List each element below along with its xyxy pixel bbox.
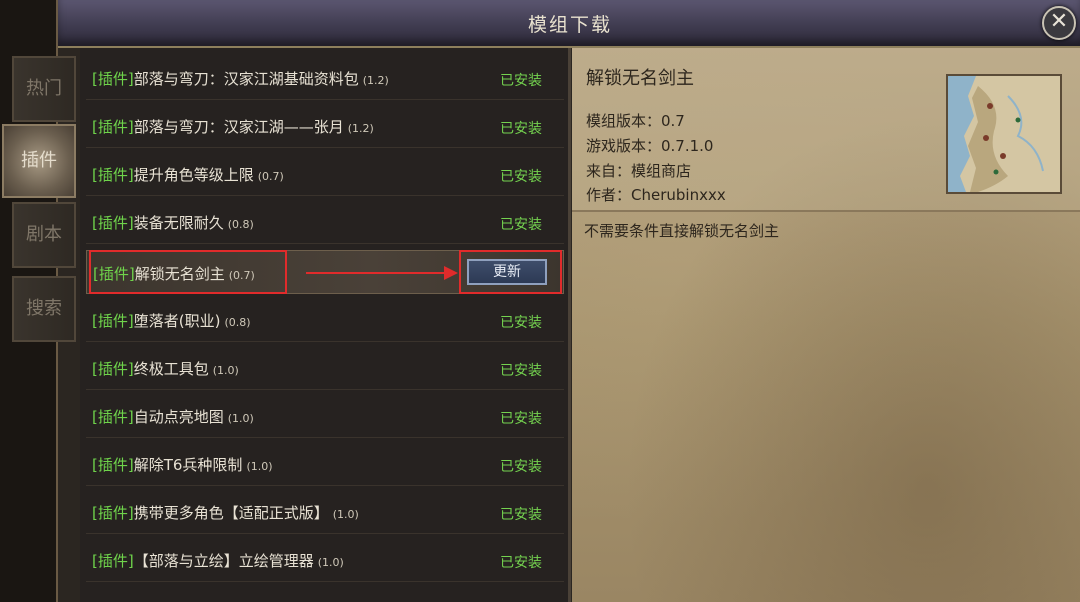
list-item[interactable]: [插件]携带更多角色【适配正式版】 (1.0) 已安装 bbox=[86, 490, 564, 534]
list-item[interactable]: [插件]部落与弯刀：汉家江湖——张月 (1.2) 已安装 bbox=[86, 104, 564, 148]
list-item[interactable]: [插件]【部落与立绘】立绘管理器 (1.0) 已安装 bbox=[86, 538, 564, 582]
plugin-tag: [插件] bbox=[92, 504, 134, 522]
mod-version: (1.0) bbox=[246, 460, 273, 473]
game-version-info: 游戏版本：0.7.1.0 bbox=[586, 137, 714, 155]
mod-detail-panel: 解锁无名剑主 模组版本：0.7 游戏版本：0.7.1.0 来自：模组商店 作者：… bbox=[572, 48, 1080, 602]
plugin-tag: [插件] bbox=[92, 70, 134, 88]
detail-header: 解锁无名剑主 模组版本：0.7 游戏版本：0.7.1.0 来自：模组商店 作者：… bbox=[572, 48, 1080, 212]
tab-scenario[interactable]: 剧本 bbox=[12, 202, 76, 268]
map-thumbnail-image bbox=[948, 76, 1060, 192]
detail-title: 解锁无名剑主 bbox=[586, 68, 694, 89]
plugin-tag: [插件] bbox=[92, 456, 134, 474]
status-badge: 已安装 bbox=[500, 217, 542, 233]
title-bar: 模组下载 bbox=[58, 0, 1080, 48]
mod-name: 终极工具包 bbox=[133, 360, 209, 378]
arrow-head-icon bbox=[444, 266, 458, 280]
list-item[interactable]: [插件]部落与弯刀：汉家江湖基础资料包 (1.2) 已安装 bbox=[86, 56, 564, 100]
mod-version: (1.0) bbox=[317, 556, 344, 569]
plugin-tag: [插件] bbox=[92, 118, 134, 136]
status-badge: 已安装 bbox=[500, 121, 542, 137]
highlight-box-mod-name bbox=[89, 250, 287, 294]
mod-name: 解除T6兵种限制 bbox=[133, 456, 243, 474]
tab-label: 热门 bbox=[26, 78, 62, 99]
mod-version: (0.8) bbox=[224, 316, 251, 329]
tab-label: 搜索 bbox=[26, 298, 62, 319]
tab-label: 插件 bbox=[21, 150, 57, 171]
plugin-tag: [插件] bbox=[92, 214, 134, 232]
close-icon[interactable]: ✕ bbox=[1042, 6, 1076, 40]
mod-name: 装备无限耐久 bbox=[133, 214, 224, 232]
status-badge: 已安装 bbox=[500, 73, 542, 89]
mod-name: 携带更多角色【适配正式版】 bbox=[133, 504, 329, 522]
annotation-arrow bbox=[306, 272, 446, 274]
mod-name: 堕落者(职业) bbox=[133, 312, 221, 330]
list-item[interactable]: [插件]装备无限耐久 (0.8) 已安装 bbox=[86, 200, 564, 244]
list-item[interactable]: [插件]自动点亮地图 (1.0) 已安装 bbox=[86, 394, 564, 438]
tab-search[interactable]: 搜索 bbox=[12, 276, 76, 342]
mod-version: (1.0) bbox=[212, 364, 239, 377]
plugin-tag: [插件] bbox=[92, 312, 134, 330]
plugin-tag: [插件] bbox=[92, 552, 134, 570]
status-badge: 已安装 bbox=[500, 507, 542, 523]
mod-list: [插件]部落与弯刀：汉家江湖基础资料包 (1.2) 已安装 [插件]部落与弯刀：汉… bbox=[80, 48, 571, 602]
status-badge: 已安装 bbox=[500, 411, 542, 427]
tab-plugins[interactable]: 插件 bbox=[2, 124, 76, 198]
list-item[interactable]: [插件]提升角色等级上限 (0.7) 已安装 bbox=[86, 152, 564, 196]
mod-name: 【部落与立绘】立绘管理器 bbox=[133, 552, 314, 570]
author-info: 作者：Cherubinxxx bbox=[586, 186, 726, 204]
status-badge: 已安装 bbox=[500, 555, 542, 571]
mod-version: (0.8) bbox=[227, 218, 254, 231]
mod-version: (1.0) bbox=[227, 412, 254, 425]
tab-label: 剧本 bbox=[26, 224, 62, 245]
status-badge: 已安装 bbox=[500, 459, 542, 475]
map-thumbnail bbox=[946, 74, 1062, 194]
mod-version: (0.7) bbox=[257, 170, 284, 183]
plugin-tag: [插件] bbox=[92, 166, 134, 184]
mod-name: 自动点亮地图 bbox=[133, 408, 224, 426]
tab-hot[interactable]: 热门 bbox=[12, 56, 76, 122]
mod-name: 提升角色等级上限 bbox=[133, 166, 254, 184]
list-item[interactable]: [插件]终极工具包 (1.0) 已安装 bbox=[86, 346, 564, 390]
plugin-tag: [插件] bbox=[92, 360, 134, 378]
status-badge: 已安装 bbox=[500, 315, 542, 331]
mod-version: (1.2) bbox=[347, 122, 374, 135]
highlight-box-update bbox=[459, 250, 562, 294]
mod-name: 部落与弯刀：汉家江湖基础资料包 bbox=[133, 70, 359, 88]
mod-version-info: 模组版本：0.7 bbox=[586, 112, 685, 130]
status-badge: 已安装 bbox=[500, 169, 542, 185]
window-title: 模组下载 bbox=[527, 14, 612, 36]
mod-version: (1.0) bbox=[332, 508, 359, 521]
status-badge: 已安装 bbox=[500, 363, 542, 379]
mod-description: 不需要条件直接解锁无名剑主 bbox=[584, 222, 780, 240]
mod-name: 部落与弯刀：汉家江湖——张月 bbox=[133, 118, 344, 136]
mod-version: (1.2) bbox=[362, 74, 389, 87]
list-item[interactable]: [插件]堕落者(职业) (0.8) 已安装 bbox=[86, 298, 564, 342]
plugin-tag: [插件] bbox=[92, 408, 134, 426]
list-item[interactable]: [插件]解除T6兵种限制 (1.0) 已安装 bbox=[86, 442, 564, 486]
source-info: 来自：模组商店 bbox=[586, 162, 692, 180]
